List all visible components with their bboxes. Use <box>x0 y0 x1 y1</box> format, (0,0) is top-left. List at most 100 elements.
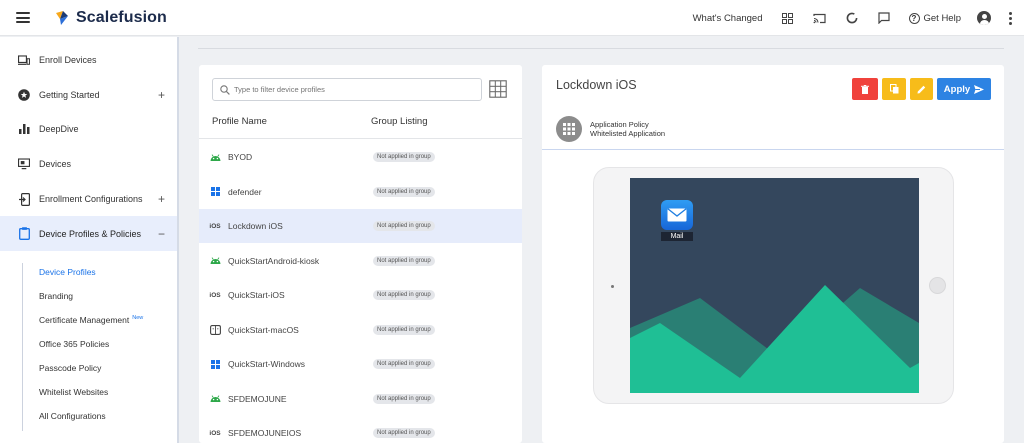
table-row[interactable]: QuickStart-Windows Not applied in group <box>199 347 522 381</box>
table-row[interactable]: QuickStart-macOS Not applied in group <box>199 313 522 347</box>
submenu-device-profiles[interactable]: Device Profiles <box>39 267 96 277</box>
ios-icon: iOS <box>209 291 221 299</box>
loading-ring-icon[interactable] <box>845 11 859 25</box>
header-divider <box>199 138 522 139</box>
get-help-label: Get Help <box>923 12 962 24</box>
table-row[interactable]: iOS SFDEMOJUNEIOS Not applied in group <box>199 416 522 443</box>
apps-grid-icon[interactable] <box>781 11 795 25</box>
tablet-preview: Mail <box>593 167 954 404</box>
monitor-icon <box>18 158 30 170</box>
policy-type: Application Policy <box>590 120 649 129</box>
group-status-badge: Not applied in group <box>373 428 435 438</box>
sidebar-item-getting-started[interactable]: Getting Started + <box>0 78 177 112</box>
policy-divider <box>542 149 1004 150</box>
submenu-label: Certificate Management <box>39 315 130 325</box>
submenu-whitelist-websites[interactable]: Whitelist Websites <box>39 387 108 397</box>
table-row[interactable]: QuickStartAndroid-kiosk Not applied in gr… <box>199 244 522 278</box>
new-badge: New <box>132 315 144 321</box>
profiles-panel: Profile Name Group Listing BYOD Not appli… <box>199 65 522 443</box>
macos-finder-icon <box>209 324 221 335</box>
brand-logo[interactable]: Scalefusion <box>54 9 167 27</box>
profile-title: Lockdown iOS <box>556 78 637 92</box>
sidebar-item-deepdive[interactable]: DeepDive <box>0 112 177 146</box>
scalefusion-logo-icon <box>54 10 70 26</box>
android-icon <box>209 257 221 264</box>
app-mail[interactable]: Mail <box>655 200 699 241</box>
sidebar-item-label: Enrollment Configurations <box>39 194 143 204</box>
account-icon[interactable] <box>977 11 991 25</box>
expand-icon[interactable]: + <box>158 192 165 206</box>
sidebar: Enroll Devices Getting Started + DeepDiv… <box>0 37 179 443</box>
column-header-group-listing[interactable]: Group Listing <box>371 116 428 127</box>
group-status-badge: Not applied in group <box>373 324 435 335</box>
profile-name: QuickStart-iOS <box>228 290 285 300</box>
grid-view-icon[interactable] <box>489 80 507 98</box>
submenu-branding[interactable]: Branding <box>39 291 73 301</box>
chat-icon[interactable] <box>877 11 891 25</box>
profile-name: defender <box>228 186 262 197</box>
get-help-button[interactable]: ? Get Help <box>908 12 962 24</box>
table-row[interactable]: iOS Lockdown iOS Not applied in group <box>199 209 522 243</box>
windows-icon <box>209 359 221 369</box>
sidebar-item-label: Getting Started <box>39 90 100 100</box>
devices-icon <box>18 54 30 66</box>
pencil-icon <box>917 85 926 93</box>
collapse-icon[interactable]: − <box>158 227 165 241</box>
tablet-screen: Mail <box>630 178 919 393</box>
table-row[interactable]: SFDEMOJUNE Not applied in group <box>199 382 522 416</box>
apply-label: Apply <box>943 83 971 95</box>
profile-name: QuickStart-macOS <box>228 324 299 335</box>
table-row[interactable]: iOS QuickStart-iOS Not applied in group <box>199 278 522 312</box>
group-status-badge: Not applied in group <box>373 359 435 369</box>
cast-icon[interactable] <box>813 11 827 25</box>
clipboard-icon <box>18 227 30 240</box>
search-input[interactable] <box>234 85 474 94</box>
edit-button[interactable] <box>910 78 933 100</box>
profile-name: BYOD <box>228 152 253 162</box>
whats-changed-link[interactable]: What's Changed <box>693 13 763 24</box>
table-row[interactable]: BYOD Not applied in group <box>199 140 522 174</box>
expand-icon[interactable]: + <box>158 88 165 102</box>
sidebar-item-enroll-devices[interactable]: Enroll Devices <box>0 43 177 77</box>
sidebar-item-device-profiles-policies[interactable]: Device Profiles & Policies − <box>0 216 177 251</box>
top-bar: Scalefusion What's Changed ? Get Help <box>0 0 1024 36</box>
submenu-certificate-management[interactable]: Certificate Management New <box>39 315 143 325</box>
group-status-badge: Not applied in group <box>373 152 435 162</box>
group-status-badge: Not applied in group <box>373 221 435 231</box>
enroll-config-icon <box>18 192 30 206</box>
copy-icon <box>889 84 898 94</box>
profile-name: QuickStart-Windows <box>228 359 305 369</box>
star-circle-icon <box>18 89 30 101</box>
tablet-home-button <box>929 277 946 294</box>
more-vert-icon[interactable] <box>1009 11 1012 25</box>
ios-icon: iOS <box>209 222 221 230</box>
profile-detail-panel: Lockdown iOS Apply Application Policy Wh… <box>542 65 1004 443</box>
android-icon <box>209 395 221 402</box>
submenu-all-configurations[interactable]: All Configurations <box>39 411 106 421</box>
send-icon <box>974 84 985 94</box>
group-status-badge: Not applied in group <box>373 186 435 197</box>
submenu-office-365-policies[interactable]: Office 365 Policies <box>39 339 109 349</box>
group-status-badge: Not applied in group <box>373 393 435 404</box>
sidebar-item-enrollment-configurations[interactable]: Enrollment Configurations + <box>0 182 177 216</box>
android-icon <box>209 153 221 161</box>
app-label: Mail <box>660 232 694 241</box>
search-box <box>212 78 482 101</box>
copy-button[interactable] <box>882 78 906 100</box>
ios-icon: iOS <box>209 429 221 437</box>
mail-icon[interactable] <box>661 200 693 230</box>
help-circle-icon: ? <box>908 12 920 24</box>
submenu-passcode-policy[interactable]: Passcode Policy <box>39 363 101 373</box>
content-divider <box>198 48 1004 49</box>
profile-name: SFDEMOJUNE <box>228 393 287 404</box>
policy-subtype: Whitelisted Application <box>590 129 666 138</box>
submenu-rail <box>22 263 23 431</box>
table-row[interactable]: defender Not applied in group <box>199 175 522 209</box>
column-header-profile-name[interactable]: Profile Name <box>212 116 267 127</box>
menu-icon[interactable] <box>16 12 30 23</box>
profile-name: SFDEMOJUNEIOS <box>228 428 302 438</box>
sidebar-item-devices[interactable]: Devices <box>0 147 177 181</box>
apply-button[interactable]: Apply <box>937 78 991 100</box>
trash-icon <box>861 84 869 94</box>
delete-button[interactable] <box>852 78 878 100</box>
